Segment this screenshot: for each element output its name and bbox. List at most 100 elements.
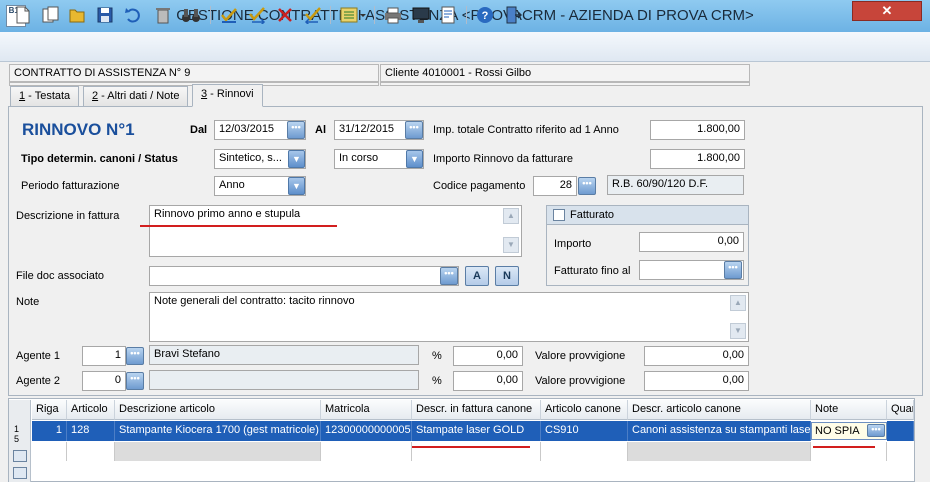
tab-testata[interactable]: 1 - Testata	[10, 86, 80, 106]
empty-cell[interactable]	[115, 442, 321, 461]
copy-doc-icon[interactable]	[40, 4, 62, 26]
agente1-lookup-button[interactable]: •••	[126, 347, 144, 365]
svg-text:?: ?	[482, 10, 489, 22]
column-header-descr-fattura[interactable]: Descr. in fattura canone	[412, 400, 541, 420]
cell-descrizione[interactable]: Stampante Kiocera 1700 (gest matricole)	[115, 421, 321, 441]
cell-riga[interactable]: 1	[32, 421, 67, 441]
empty-cell[interactable]	[67, 442, 115, 461]
undo-icon[interactable]	[122, 4, 144, 26]
open-folder-icon[interactable]	[66, 4, 88, 26]
valore-prov2-label: Valore provvigione	[535, 375, 626, 387]
agente1-label: Agente 1	[16, 350, 61, 362]
empty-cell[interactable]	[412, 442, 541, 461]
column-header-articolo-canone[interactable]: Articolo canone	[541, 400, 628, 420]
cross-icon[interactable]	[274, 4, 296, 26]
cell-articolo-canone[interactable]: CS910	[541, 421, 628, 441]
codice-pag-lookup-button[interactable]: •••	[578, 177, 596, 195]
binoculars-icon[interactable]	[180, 4, 202, 26]
row-list-icon[interactable]	[13, 467, 27, 479]
list-dropdown-icon[interactable]	[338, 4, 368, 26]
descrizione-textarea[interactable]: Rinnovo primo anno e stupula	[149, 205, 522, 257]
empty-cell[interactable]	[32, 442, 67, 461]
exit-icon[interactable]	[502, 4, 524, 26]
imp-totale-label: Imp. totale Contratto riferito ad 1 Anno	[433, 124, 619, 136]
empty-cell[interactable]	[321, 442, 412, 461]
codice-pag-field[interactable]: 28	[533, 176, 577, 196]
fatt-fino-label: Fatturato fino al	[554, 265, 631, 277]
toolbar-separator	[210, 6, 211, 24]
empty-cell[interactable]	[541, 442, 628, 461]
column-header-descrizione[interactable]: Descrizione articolo	[115, 400, 321, 420]
valore-prov1-label: Valore provvigione	[535, 350, 626, 362]
valore-prov2-field[interactable]: 0,00	[644, 371, 749, 391]
tab-rinnovi[interactable]: 3 - Rinnovi	[192, 84, 263, 107]
chevron-down-icon[interactable]: ▼	[288, 177, 305, 195]
al-label: Al	[315, 124, 326, 136]
scroll-down-arrow[interactable]: ▼	[730, 323, 746, 339]
fatt-importo-field[interactable]: 0,00	[639, 232, 744, 252]
cell-descr-art-canone[interactable]: Canoni assistenza su stampanti laser	[628, 421, 811, 441]
column-header-quantita[interactable]: Quan	[887, 400, 914, 420]
client-header-field: Cliente 4010001 - Rossi Gilbo	[380, 64, 750, 82]
check-arrow-icon[interactable]	[246, 4, 268, 26]
document-edit-icon[interactable]	[438, 4, 460, 26]
close-button[interactable]: ✕	[852, 1, 922, 21]
chevron-down-icon[interactable]: ▼	[288, 150, 305, 168]
toolbar-separator	[374, 6, 375, 24]
check-icon[interactable]	[218, 4, 240, 26]
tipo-label: Tipo determin. canoni / Status	[21, 153, 178, 165]
file-doc-n-button[interactable]: N	[495, 266, 519, 286]
cell-quantita[interactable]	[887, 421, 914, 441]
agente2-pct-field[interactable]: 0,00	[453, 371, 523, 391]
file-doc-a-button[interactable]: A	[465, 266, 489, 286]
delete-icon[interactable]	[152, 4, 174, 26]
column-header-articolo[interactable]: Articolo	[67, 400, 115, 420]
agente2-pct-symbol: %	[432, 375, 442, 387]
monitor-icon[interactable]	[410, 4, 432, 26]
empty-cell[interactable]	[811, 442, 887, 461]
print-icon[interactable]	[382, 4, 404, 26]
scroll-up-arrow[interactable]: ▲	[730, 295, 746, 311]
file-doc-field[interactable]	[149, 266, 459, 286]
fatt-importo-label: Importo	[554, 238, 592, 250]
new-doc-icon[interactable]	[12, 4, 34, 26]
agente2-code-field[interactable]: 0	[82, 371, 126, 391]
red-underline-annotation	[140, 225, 337, 227]
row-edit-icon[interactable]	[13, 450, 27, 462]
agente2-name	[149, 370, 419, 390]
help-icon[interactable]: ?	[474, 4, 496, 26]
dal-date-picker-button[interactable]: •••	[287, 121, 305, 139]
save-icon[interactable]	[94, 4, 116, 26]
red-underline-annotation	[412, 446, 530, 448]
scroll-up-arrow[interactable]: ▲	[503, 208, 519, 224]
empty-cell[interactable]	[628, 442, 811, 461]
al-date-picker-button[interactable]: •••	[405, 121, 423, 139]
agente2-lookup-button[interactable]: •••	[126, 372, 144, 390]
imp-totale-field[interactable]: 1.800,00	[650, 120, 745, 140]
tab-altri-dati-note[interactable]: 2 - Altri dati / Note	[83, 86, 189, 106]
agente1-pct-symbol: %	[432, 350, 442, 362]
codice-pag-desc: R.B. 60/90/120 D.F.	[607, 175, 744, 195]
column-header-descr-art-canone[interactable]: Descr. articolo canone	[628, 400, 811, 420]
valore-prov1-field[interactable]: 0,00	[644, 346, 749, 366]
fatturato-label: Fatturato	[570, 209, 615, 221]
scroll-down-arrow[interactable]: ▼	[503, 237, 519, 253]
cell-matricola[interactable]: 12300000000005	[321, 421, 412, 441]
agente1-pct-field[interactable]: 0,00	[453, 346, 523, 366]
note-lookup-button[interactable]: •••	[867, 424, 885, 437]
cell-descr-fattura[interactable]: Stampate laser GOLD	[412, 421, 541, 441]
note-textarea[interactable]: Note generali del contratto: tacito rinn…	[149, 292, 749, 342]
column-header-note[interactable]: Note	[811, 400, 887, 420]
cell-articolo[interactable]: 128	[67, 421, 115, 441]
red-underline-annotation	[813, 446, 875, 448]
fatt-fino-picker-button[interactable]: •••	[724, 261, 742, 279]
column-header-matricola[interactable]: Matricola	[321, 400, 412, 420]
importo-rinnovo-label: Importo Rinnovo da fatturare	[433, 153, 574, 165]
agente1-code-field[interactable]: 1	[82, 346, 126, 366]
column-header-riga[interactable]: Riga	[32, 400, 67, 420]
check-back-icon[interactable]	[302, 4, 324, 26]
importo-rinnovo-field[interactable]: 1.800,00	[650, 149, 745, 169]
fatturato-checkbox[interactable]	[553, 209, 565, 221]
chevron-down-icon[interactable]: ▼	[406, 150, 423, 168]
file-doc-browse-button[interactable]: •••	[440, 267, 458, 285]
